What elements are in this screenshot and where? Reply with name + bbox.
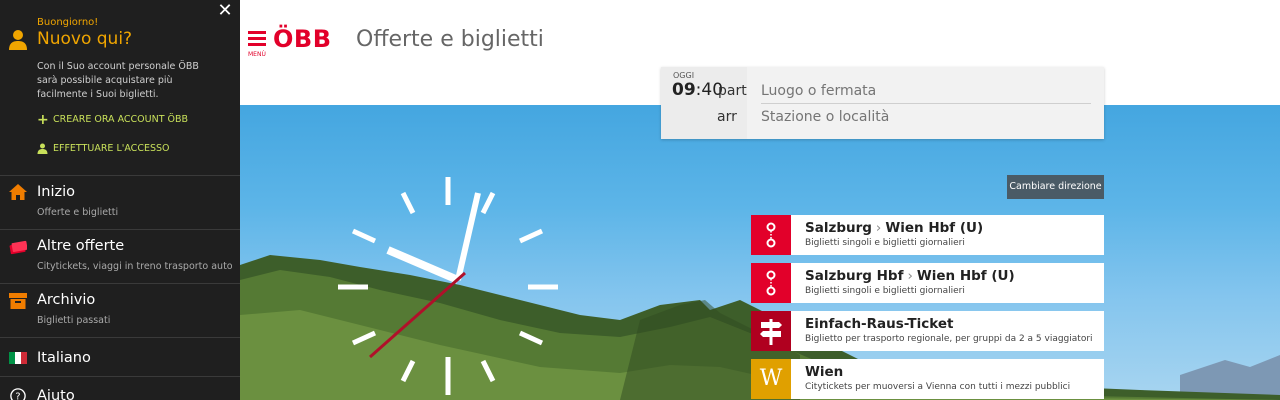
- menu-icon-bar: [248, 43, 266, 46]
- svg-text:?: ?: [15, 392, 20, 400]
- obb-logo: ÖBB: [273, 25, 332, 53]
- offer-tile-salzburg-hbf-wien[interactable]: Salzburg Hbf › Wien Hbf (U) Biglietti sing…: [751, 263, 1104, 303]
- menu-icon-bar: [248, 37, 266, 40]
- sidebar-item-title: Inizio: [37, 184, 76, 200]
- tile-title: Salzburg › Wien Hbf (U): [805, 220, 984, 236]
- sidebar-item-archivio[interactable]: Archivio Biglietti passati: [0, 284, 240, 338]
- time-value: 09:40: [672, 80, 724, 100]
- station-fields: [747, 67, 1104, 139]
- switch-direction-button[interactable]: Cambiare direzione: [1007, 175, 1104, 199]
- sidebar-item-subtitle: Biglietti passati: [37, 315, 111, 326]
- tile-title: Einfach-Raus-Ticket: [805, 316, 954, 332]
- sidebar-item-help[interactable]: ? Aiuto: [0, 377, 240, 400]
- close-icon[interactable]: ✕: [216, 2, 234, 20]
- chevron-right-icon: ›: [907, 268, 913, 284]
- person-icon: [9, 30, 27, 50]
- create-account-link[interactable]: + CREARE ORA ACCOUNT ÖBB: [37, 112, 188, 128]
- tile-subtitle: Citytickets per muoversi a Vienna con tu…: [805, 382, 1071, 392]
- departure-label: part: [718, 83, 747, 99]
- divider: [761, 103, 1091, 104]
- intro-text: Con il Suo account personale ÖBB sarà po…: [37, 61, 199, 100]
- tickets-icon: [9, 240, 27, 255]
- user-icon: [37, 143, 48, 154]
- arrival-label: arr: [717, 109, 737, 125]
- italy-flag-icon: [9, 352, 27, 364]
- home-icon: [9, 184, 27, 200]
- offer-tile-salzburg-wien[interactable]: Salzburg › Wien Hbf (U) Biglietti singoli …: [751, 215, 1104, 255]
- greeting-text: Buongiorno!: [37, 17, 99, 28]
- offer-tile-einfach-raus[interactable]: Einfach-Raus-Ticket Biglietto per traspo…: [751, 311, 1104, 351]
- login-link[interactable]: EFFETTUARE L'ACCESSO: [37, 143, 170, 154]
- to-station-input[interactable]: [761, 105, 1091, 129]
- route-icon: [751, 215, 791, 255]
- sidebar-item-title: Altre offerte: [37, 238, 125, 254]
- tile-subtitle: Biglietti singoli e biglietti giornalier…: [805, 238, 965, 248]
- page-title: Offerte e biglietti: [356, 27, 544, 52]
- welcome-heading: Nuovo qui?: [37, 29, 133, 49]
- city-w-icon: W: [751, 359, 791, 399]
- sidebar-item-title: Archivio: [37, 292, 96, 308]
- create-account-label: CREARE ORA ACCOUNT ÖBB: [53, 114, 189, 125]
- tile-subtitle: Biglietto per trasporto regionale, per g…: [805, 334, 1093, 344]
- tile-title: Wien: [805, 364, 844, 380]
- sidebar-item-title: Italiano: [37, 350, 91, 366]
- search-box: OGGI 09:40 part arr: [661, 67, 1104, 139]
- chevron-right-icon: ›: [875, 220, 882, 236]
- plus-icon: +: [37, 112, 49, 128]
- sidebar-item-subtitle: Citytickets, viaggi in treno trasporto a…: [37, 261, 232, 272]
- today-label: OGGI: [673, 71, 695, 80]
- archive-icon: [9, 293, 27, 309]
- time-selector[interactable]: OGGI 09:40 part arr: [661, 67, 747, 139]
- route-icon: [751, 263, 791, 303]
- sidebar-item-title: Aiuto: [37, 388, 75, 400]
- sidebar-item-subtitle: Offerte e biglietti: [37, 207, 119, 218]
- from-station-input[interactable]: [761, 79, 1091, 103]
- login-label: EFFETTUARE L'ACCESSO: [53, 143, 170, 154]
- help-icon: ?: [10, 388, 26, 400]
- sidebar-item-inizio[interactable]: Inizio Offerte e biglietti: [0, 176, 240, 230]
- menu-icon-bar: [248, 31, 266, 34]
- tile-title: Salzburg Hbf › Wien Hbf (U): [805, 268, 1015, 284]
- offer-tile-wien[interactable]: W Wien Citytickets per muoversi a Vienna…: [751, 359, 1104, 399]
- sidebar-item-altre-offerte[interactable]: Altre offerte Citytickets, viaggi in tre…: [0, 230, 240, 284]
- sidebar-item-language[interactable]: Italiano: [0, 338, 240, 376]
- menu-label: MENÙ: [248, 51, 266, 58]
- tile-subtitle: Biglietti singoli e biglietti giornalier…: [805, 286, 965, 296]
- signpost-icon: [751, 311, 791, 351]
- sidebar: ✕ Buongiorno! Nuovo qui? Con il Suo acco…: [0, 0, 240, 400]
